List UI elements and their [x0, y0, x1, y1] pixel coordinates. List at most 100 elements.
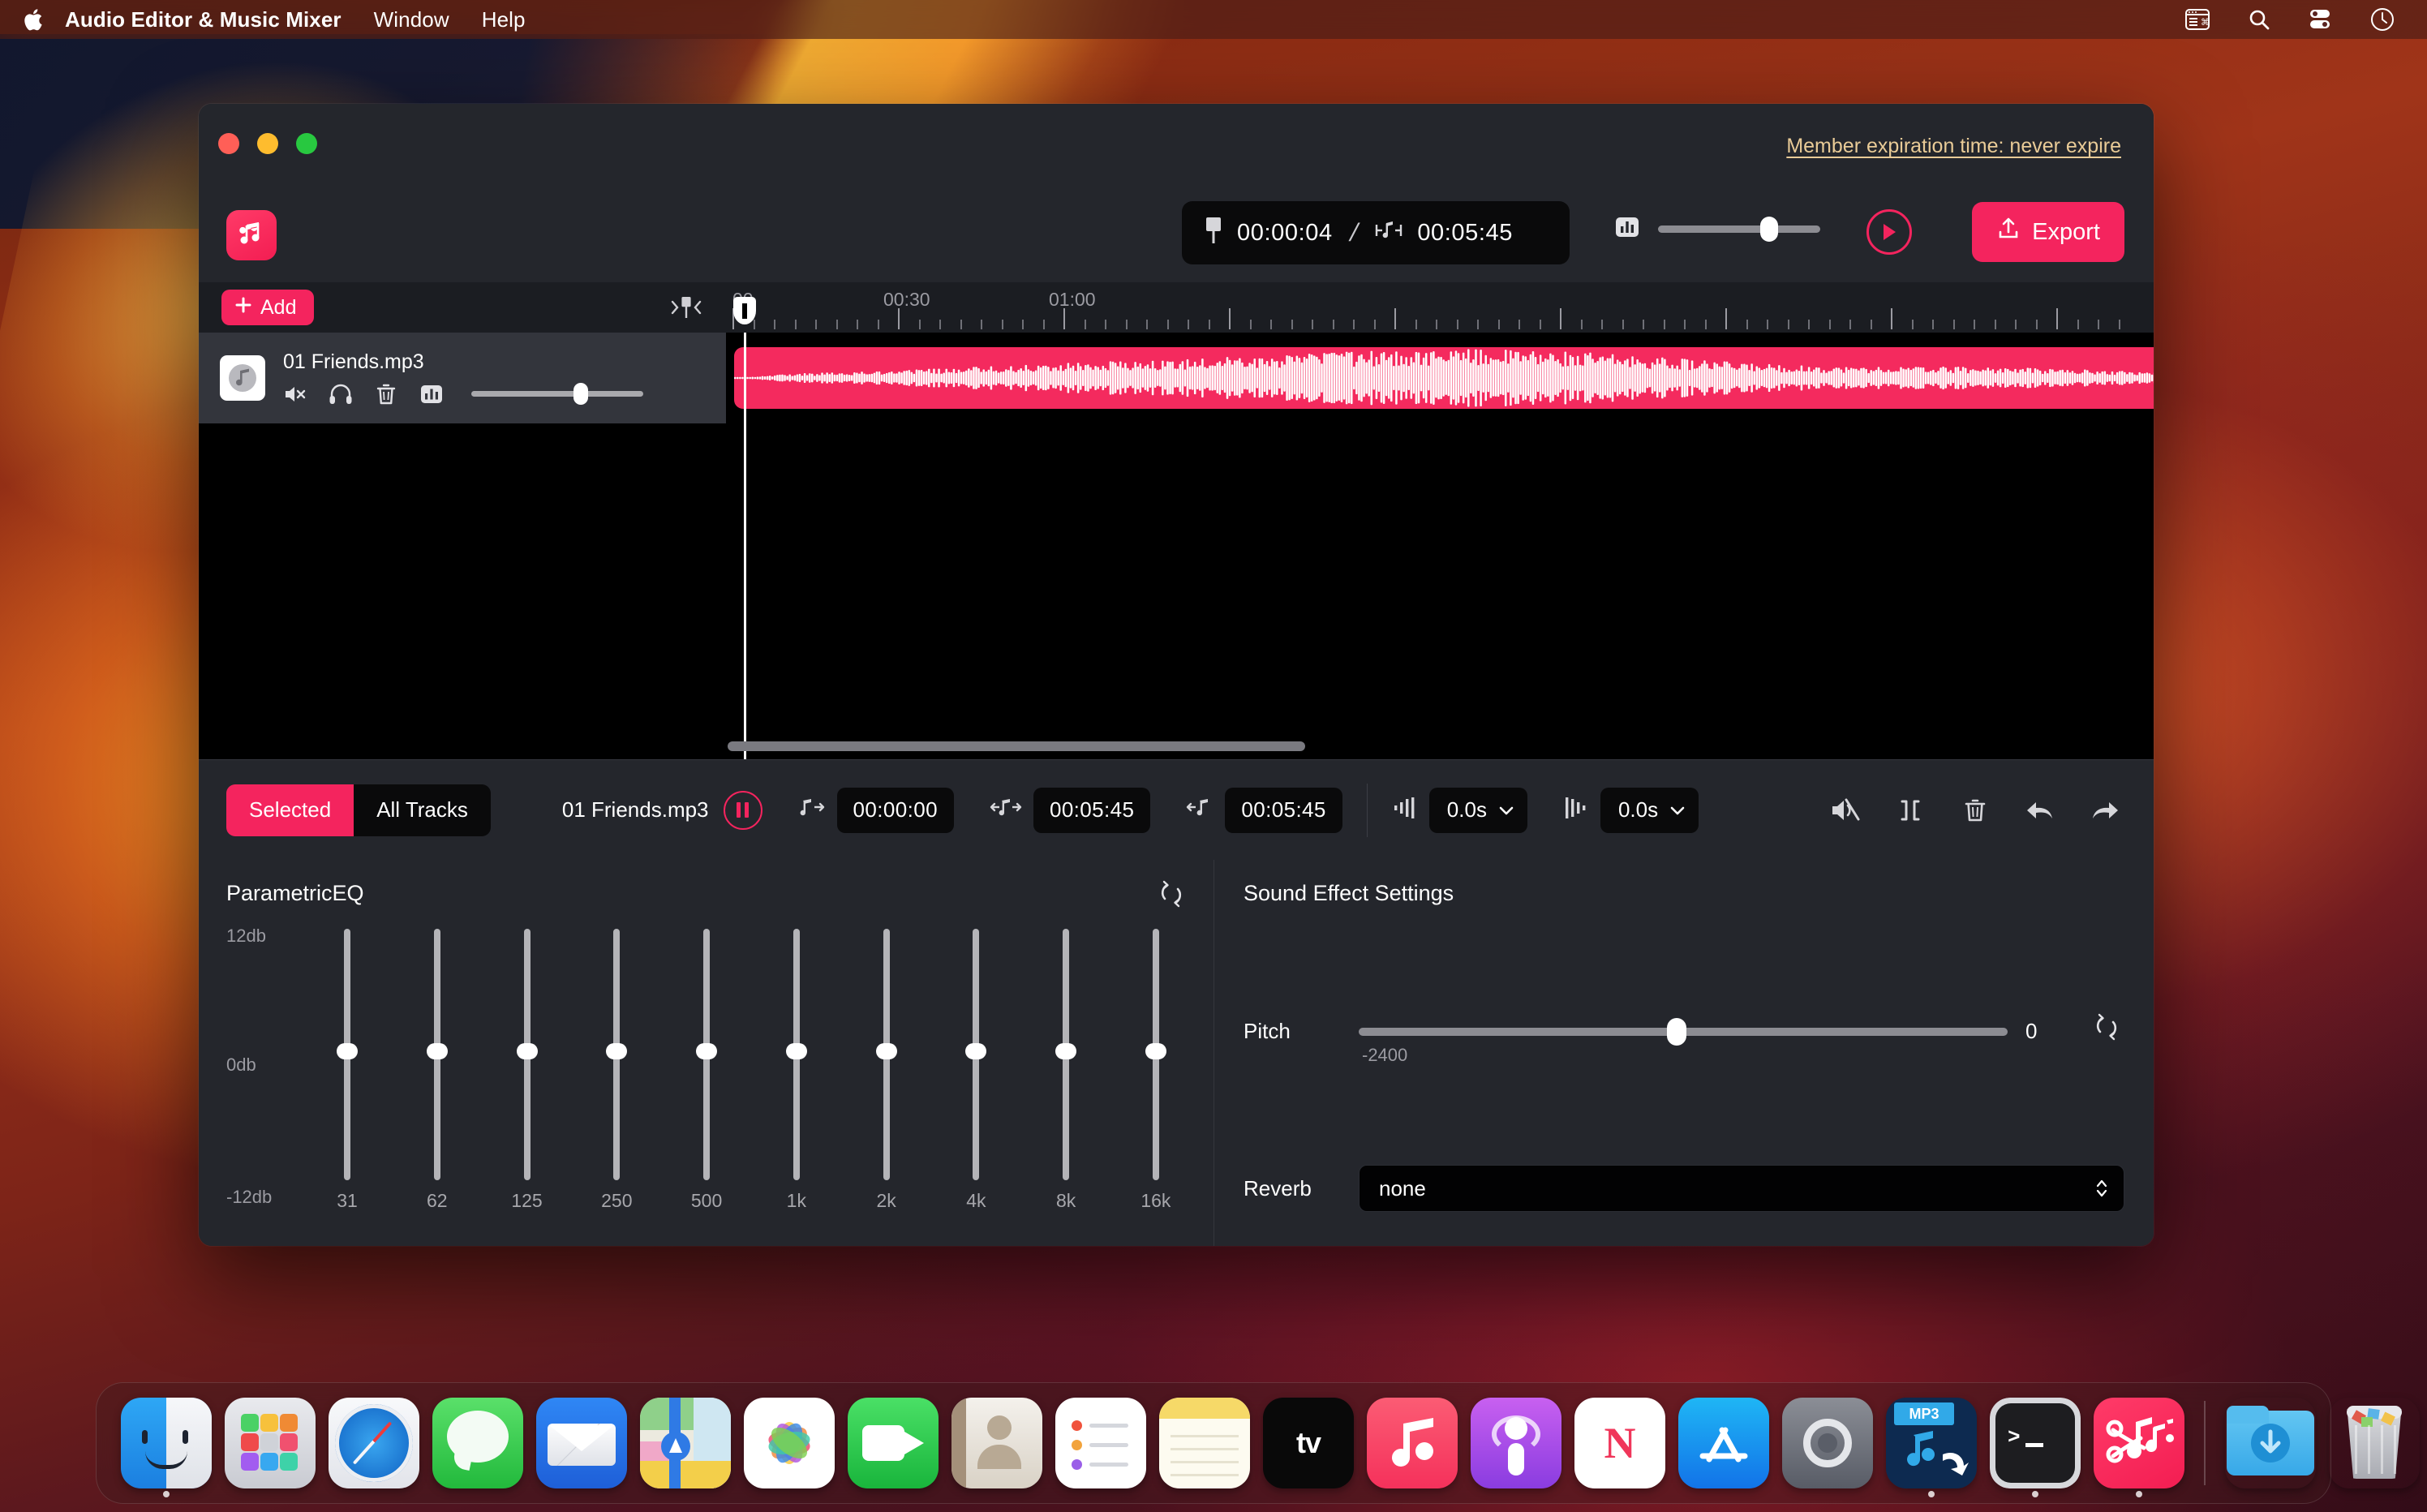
dock-item-launchpad[interactable]	[218, 1382, 322, 1504]
eq-band-knob[interactable]	[1145, 1043, 1166, 1059]
clip-end-field[interactable]: 00:05:45	[1225, 787, 1342, 833]
eq-band-knob[interactable]	[516, 1043, 538, 1059]
dock-item-settings[interactable]	[1776, 1382, 1879, 1504]
eq-band-knob[interactable]	[785, 1043, 807, 1059]
track-volume-slider[interactable]	[471, 383, 643, 405]
eq-axis-mid: 0db	[226, 1055, 256, 1075]
dock-item-reminders[interactable]	[1049, 1382, 1153, 1504]
playhead[interactable]	[733, 297, 756, 759]
eq-band-knob[interactable]	[875, 1043, 897, 1059]
eq-band-1k[interactable]: 1k	[775, 929, 818, 1211]
trash-icon[interactable]	[374, 382, 398, 406]
equalizer-icon[interactable]	[419, 382, 444, 406]
dock-item-safari[interactable]	[322, 1382, 426, 1504]
track-row[interactable]: 01 Friends.mp3	[199, 333, 726, 423]
dock-item-maps[interactable]	[634, 1382, 737, 1504]
scope-all-tracks-tab[interactable]: All Tracks	[354, 784, 491, 836]
eq-band-250[interactable]: 250	[595, 929, 638, 1211]
dock-item-notes[interactable]	[1153, 1382, 1256, 1504]
headphones-icon[interactable]	[329, 382, 353, 406]
timeline-ruler[interactable]: 00 00:30 01:00	[726, 282, 2154, 333]
add-track-button[interactable]: Add	[221, 290, 315, 325]
eq-band-knob[interactable]	[1055, 1043, 1077, 1059]
menu-app-name[interactable]: Audio Editor & Music Mixer	[65, 7, 341, 32]
split-icon[interactable]	[1894, 794, 1927, 827]
close-button[interactable]	[218, 133, 239, 154]
eq-band-16k[interactable]: 16k	[1134, 929, 1178, 1211]
waveform-canvas[interactable]	[726, 297, 2154, 759]
dock-item-mail[interactable]	[530, 1382, 634, 1504]
fade-in-select[interactable]: 0.0s	[1428, 787, 1527, 833]
pitch-slider-knob[interactable]	[1667, 1017, 1686, 1046]
sound-effect-settings-panel: Sound Effect Settings Pitch 0 -2400 2400…	[1214, 860, 2154, 1246]
playhead-handle[interactable]	[733, 297, 756, 324]
search-icon[interactable]	[2245, 6, 2273, 33]
play-button[interactable]	[1866, 209, 1912, 255]
mute-icon[interactable]	[1829, 794, 1862, 827]
eq-band-500[interactable]: 500	[685, 929, 728, 1211]
volume-levels-icon[interactable]	[1614, 214, 1640, 244]
mute-icon[interactable]	[283, 382, 307, 406]
clip-range-field[interactable]: 00:05:45	[1033, 787, 1151, 833]
terminal-icon: >	[1990, 1398, 2081, 1488]
dock-item-photos[interactable]	[737, 1382, 841, 1504]
eq-band-31[interactable]: 31	[325, 929, 369, 1211]
dock-item-downloads-folder[interactable]	[2219, 1382, 2322, 1504]
dock-item-audio-editor[interactable]	[2087, 1382, 2191, 1504]
volume-slider[interactable]	[1658, 217, 1820, 242]
fade-out-select[interactable]: 0.0s	[1600, 787, 1699, 833]
scope-selected-tab[interactable]: Selected	[226, 784, 354, 836]
dock-item-contacts[interactable]	[945, 1382, 1049, 1504]
dock-item-finder[interactable]	[114, 1382, 218, 1504]
pitch-slider[interactable]	[1359, 1017, 2008, 1046]
menu-item-window[interactable]: Window	[374, 7, 449, 32]
horizontal-scrollbar[interactable]	[728, 741, 1305, 751]
dock-item-facetime[interactable]	[841, 1382, 945, 1504]
maximize-button[interactable]	[296, 133, 317, 154]
trash-icon[interactable]	[1959, 794, 1991, 827]
dock-item-mp3-converter[interactable]: MP3	[1879, 1382, 1983, 1504]
audio-clip[interactable]	[734, 347, 2154, 409]
dock-item-music[interactable]	[1360, 1382, 1464, 1504]
menu-bar: Audio Editor & Music Mixer Window Help ⌘	[0, 0, 2427, 39]
dock-item-messages[interactable]	[426, 1382, 530, 1504]
timeline-panel[interactable]: 00 00:30 01:00	[726, 282, 2154, 759]
dock-item-trash[interactable]	[2322, 1382, 2426, 1504]
eq-band-4k[interactable]: 4k	[954, 929, 998, 1211]
dock-item-terminal[interactable]: >	[1983, 1382, 2087, 1504]
eq-band-knob[interactable]	[606, 1043, 628, 1059]
apple-logo-icon[interactable]	[19, 4, 47, 35]
notes-icon	[1159, 1398, 1250, 1488]
collapse-panel-icon[interactable]	[668, 294, 705, 321]
undo-icon[interactable]	[2024, 794, 2056, 827]
eq-band-125[interactable]: 125	[505, 929, 549, 1211]
eq-band-knob[interactable]	[965, 1043, 987, 1059]
toggles-icon[interactable]	[2307, 6, 2335, 33]
eq-band-knob[interactable]	[337, 1043, 358, 1059]
track-volume-knob[interactable]	[573, 383, 588, 405]
clip-start-field[interactable]: 00:00:00	[836, 787, 954, 833]
eq-band-knob[interactable]	[426, 1043, 448, 1059]
eq-band-2k[interactable]: 2k	[865, 929, 909, 1211]
pause-button[interactable]	[723, 790, 762, 830]
dock-item-appstore[interactable]	[1672, 1382, 1776, 1504]
dock-item-news[interactable]: N	[1568, 1382, 1672, 1504]
eq-band-62[interactable]: 62	[415, 929, 459, 1211]
dock-item-appletv[interactable]: tv	[1256, 1382, 1360, 1504]
dock-item-podcasts[interactable]	[1464, 1382, 1568, 1504]
minimize-button[interactable]	[257, 133, 278, 154]
chevron-down-icon	[1499, 806, 1514, 814]
redo-icon[interactable]	[2089, 794, 2121, 827]
control-center-window-icon[interactable]: ⌘	[2184, 6, 2211, 33]
volume-slider-knob[interactable]	[1760, 217, 1778, 242]
member-expiration-link[interactable]: Member expiration time: never expire	[1786, 135, 2121, 158]
ruler-tick-minor	[1042, 320, 1045, 329]
export-button[interactable]: Export	[1972, 202, 2124, 262]
clock-icon[interactable]	[2369, 6, 2396, 33]
menu-item-help[interactable]: Help	[482, 7, 526, 32]
eq-band-8k[interactable]: 8k	[1044, 929, 1088, 1211]
reset-icon[interactable]	[1157, 879, 1186, 908]
reset-icon[interactable]	[2092, 1012, 2121, 1042]
eq-band-knob[interactable]	[696, 1043, 718, 1059]
reverb-select[interactable]: none	[1359, 1165, 2124, 1212]
